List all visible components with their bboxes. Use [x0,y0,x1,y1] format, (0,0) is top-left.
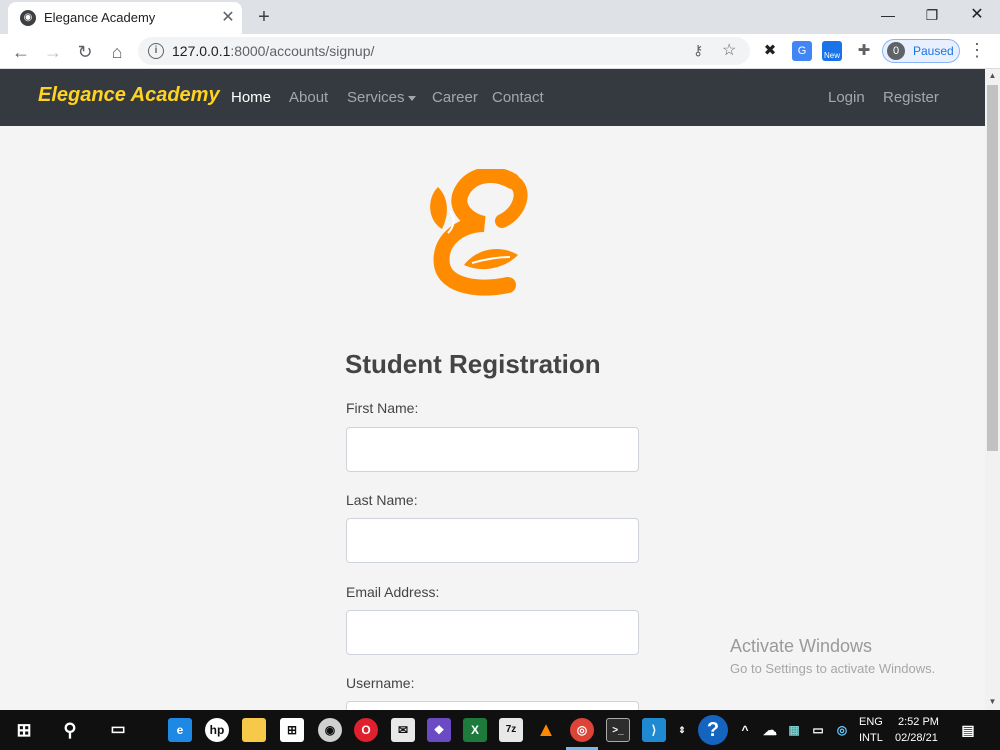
taskbar-scroll-icon[interactable]: ⇕ [676,718,688,742]
forward-arrow-icon[interactable]: → [40,39,66,65]
site-navbar: Elegance Academy Home About Services Car… [0,69,985,126]
opera-icon[interactable]: O [354,718,378,742]
username-field[interactable] [346,701,639,710]
task-view-icon[interactable]: ▭ [106,718,130,742]
onedrive-icon[interactable]: ☁ [760,718,780,742]
address-bar[interactable]: i 127.0.0.1:8000/accounts/signup/ ⚷ ☆ [138,37,750,65]
last-name-field[interactable] [346,518,639,563]
notification-icon[interactable]: ▤ [958,718,978,742]
nav-career[interactable]: Career [432,89,478,106]
store-icon[interactable]: ⊞ [280,718,304,742]
translate-extension-icon[interactable]: G [792,41,812,61]
tray-chevron-up-icon[interactable]: ^ [737,718,753,742]
restore-icon[interactable]: ❐ [912,4,952,26]
profile-status: Paused [913,44,954,58]
close-window-icon[interactable]: ✕ [957,4,997,26]
last-name-label: Last Name: [346,492,418,508]
activate-windows-subtitle: Go to Settings to activate Windows. [730,661,936,676]
edge-icon[interactable]: e [168,718,192,742]
web-page: Elegance Academy Home About Services Car… [0,69,985,710]
username-label: Username: [346,675,415,691]
webcam-icon[interactable]: ◉ [318,718,342,742]
first-name-label: First Name: [346,400,419,416]
tab-strip: ◉ Elegance Academy ✕ + — ❐ ✕ [0,0,1000,34]
nav-home[interactable]: Home [231,89,271,106]
back-arrow-icon[interactable]: ← [8,39,34,65]
vscode-icon[interactable]: ⟩ [642,718,666,742]
language-primary[interactable]: ENG [859,716,883,728]
nav-register[interactable]: Register [883,89,939,106]
email-label: Email Address: [346,584,440,600]
browser-tab[interactable]: ◉ Elegance Academy ✕ [8,2,242,34]
extension-joomla-icon[interactable]: ✖ [760,41,780,61]
first-name-field[interactable] [346,427,639,472]
excel-icon[interactable]: X [463,718,487,742]
help-icon[interactable]: ? [698,715,728,745]
battery-icon[interactable]: ▭ [808,718,828,742]
star-icon[interactable]: ☆ [722,40,736,60]
clock-time[interactable]: 2:52 PM [898,716,939,728]
mail-icon[interactable]: ✉ [391,718,415,742]
profile-button[interactable]: 0 Paused [882,39,960,63]
network-icon[interactable]: ▦ [784,718,804,742]
page-title: Student Registration [345,349,601,379]
nav-contact[interactable]: Contact [492,89,544,106]
home-icon[interactable]: ⌂ [104,39,130,65]
email-field[interactable] [346,610,639,655]
vlc-icon[interactable]: ▲ [534,718,558,742]
7zip-icon[interactable]: 7z [499,718,523,742]
avatar: 0 [887,42,905,60]
key-icon[interactable]: ⚷ [693,42,703,59]
nav-services[interactable]: Services [347,89,416,106]
clock-date[interactable]: 02/28/21 [895,732,938,744]
terminal-icon[interactable]: >_ [606,718,630,742]
url-text[interactable]: 127.0.0.1:8000/accounts/signup/ [172,43,374,59]
file-explorer-icon[interactable] [242,718,266,742]
minimize-icon[interactable]: — [868,4,908,26]
info-icon[interactable]: i [148,43,164,59]
activate-windows-title: Activate Windows [730,636,873,656]
tab-close-icon[interactable]: ✕ [218,8,238,28]
app-colorful-icon[interactable]: ❖ [427,718,451,742]
puzzle-icon[interactable]: ✚ [854,41,874,61]
hp-icon[interactable]: hp [205,718,229,742]
browser-toolbar: ← → ↻ ⌂ i 127.0.0.1:8000/accounts/signup… [0,34,1000,69]
caret-down-icon [407,95,416,101]
tab-title: Elegance Academy [44,10,156,25]
menu-kebab-icon[interactable]: ⋮ [968,40,986,61]
scroll-down-icon[interactable]: ▼ [985,697,1000,706]
globe-icon: ◉ [20,10,36,26]
scroll-up-icon[interactable]: ▲ [985,71,1000,80]
nav-login[interactable]: Login [828,89,865,106]
nav-about[interactable]: About [289,89,328,106]
windows-taskbar: ⊞ ⚲ ▭ e hp ⊞ ◉ O ✉ ❖ X 7z ▲ ◎ >_ ⟩ ⇕ ? ^… [0,710,1000,750]
windows-start-icon[interactable]: ⊞ [12,718,36,742]
chrome-tray-icon[interactable]: ◎ [832,718,852,742]
reload-icon[interactable]: ↻ [72,39,98,65]
search-icon[interactable]: ⚲ [58,718,82,742]
chrome-icon[interactable]: ◎ [570,718,594,742]
brand-logo[interactable]: Elegance Academy [38,84,220,107]
nav-services-label: Services [347,89,405,106]
new-extension-icon[interactable]: New [822,41,842,61]
academy-logo-icon [430,169,528,296]
new-tab-button[interactable]: + [252,5,276,29]
page-scrollbar[interactable]: ▲ ▼ [985,69,1000,710]
scrollbar-thumb[interactable] [987,85,998,451]
language-secondary[interactable]: INTL [859,732,883,744]
